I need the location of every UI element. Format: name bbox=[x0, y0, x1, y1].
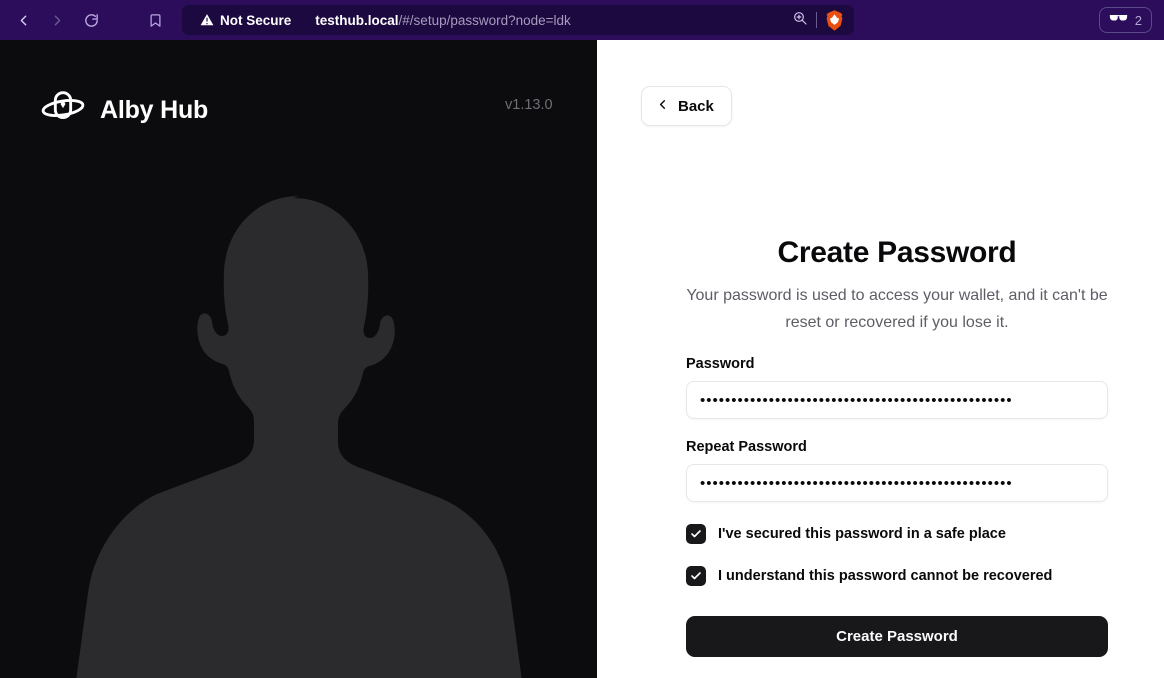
page-subtitle: Your password is used to access your wal… bbox=[686, 287, 1108, 332]
browser-window: Not Secure testhub.local/#/setup/passwor… bbox=[0, 0, 1164, 678]
page-content: Alby Hub v1.13.0 Back Create Password Yo… bbox=[0, 40, 1164, 678]
password-field-group: Password bbox=[686, 356, 1108, 420]
checkbox-secured-label: I've secured this password in a safe pla… bbox=[718, 526, 1006, 543]
create-password-button[interactable]: Create Password bbox=[686, 616, 1108, 658]
person-silhouette-illustration bbox=[75, 196, 522, 678]
back-button-label: Back bbox=[678, 97, 714, 115]
shields-tab-counter[interactable]: 2 bbox=[1098, 7, 1152, 33]
forward-nav-icon[interactable] bbox=[42, 5, 72, 35]
address-bar[interactable]: Not Secure testhub.local/#/setup/passwor… bbox=[182, 5, 854, 35]
checkbox-row-understand[interactable]: I understand this password cannot be rec… bbox=[686, 566, 1108, 587]
alby-orbit-logo-icon bbox=[40, 85, 86, 136]
check-icon bbox=[691, 530, 701, 538]
repeat-password-field-group: Repeat Password bbox=[686, 439, 1108, 503]
back-button[interactable]: Back bbox=[641, 86, 732, 126]
reload-icon[interactable] bbox=[76, 5, 106, 35]
check-icon bbox=[691, 572, 701, 580]
checkbox-secured[interactable] bbox=[686, 524, 706, 545]
zoom-in-icon[interactable] bbox=[792, 10, 808, 31]
brand-name: Alby Hub bbox=[100, 96, 209, 124]
checkbox-row-secured[interactable]: I've secured this password in a safe pla… bbox=[686, 524, 1108, 545]
repeat-password-input[interactable] bbox=[686, 464, 1108, 503]
brand-lockup: Alby Hub bbox=[40, 85, 208, 136]
bookmark-icon[interactable] bbox=[140, 5, 170, 35]
security-label: Not Secure bbox=[220, 12, 292, 28]
warning-triangle-icon bbox=[200, 14, 214, 26]
tab-count-label: 2 bbox=[1134, 12, 1142, 28]
password-label: Password bbox=[686, 356, 755, 373]
version-label: v1.13.0 bbox=[505, 97, 553, 113]
repeat-password-label: Repeat Password bbox=[686, 439, 807, 456]
create-password-form: Create Password Your password is used to… bbox=[686, 236, 1108, 658]
navigation-buttons bbox=[8, 5, 106, 35]
brave-lion-icon[interactable] bbox=[825, 9, 844, 31]
page-title: Create Password bbox=[777, 236, 1017, 269]
chevron-left-icon bbox=[655, 97, 670, 116]
security-status[interactable]: Not Secure bbox=[200, 13, 291, 28]
checkbox-understand-label: I understand this password cannot be rec… bbox=[718, 568, 1053, 585]
addressbar-actions bbox=[792, 9, 844, 31]
toolbar-divider bbox=[816, 12, 817, 28]
url-host: testhub.local bbox=[315, 12, 399, 28]
browser-toolbar: Not Secure testhub.local/#/setup/passwor… bbox=[0, 0, 1164, 40]
back-nav-icon[interactable] bbox=[8, 5, 38, 35]
checkbox-understand[interactable] bbox=[686, 566, 706, 587]
url-text: testhub.local/#/setup/password?node=ldk bbox=[315, 13, 571, 28]
password-input[interactable] bbox=[686, 381, 1108, 420]
branding-panel: Alby Hub v1.13.0 bbox=[0, 40, 597, 678]
shields-icon bbox=[1109, 11, 1128, 29]
setup-panel: Back Create Password Your password is us… bbox=[597, 40, 1164, 678]
url-path: /#/setup/password?node=ldk bbox=[398, 12, 571, 28]
